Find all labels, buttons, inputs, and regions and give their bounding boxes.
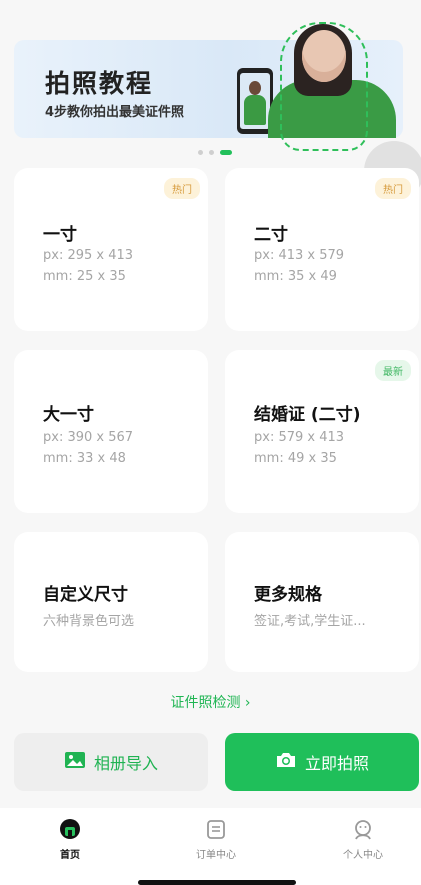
card-title: 自定义尺寸 <box>43 585 128 605</box>
card-px: px: 413 x 579 <box>254 248 345 263</box>
badge-hot: 热门 <box>375 178 411 199</box>
carousel-dot[interactable] <box>209 150 214 155</box>
size-card-1-inch[interactable]: 热门 一寸 px: 295 x 413 mm: 25 x 35 <box>14 168 208 331</box>
size-card-large-1-inch[interactable]: 大一寸 px: 390 x 567 mm: 33 x 48 <box>14 350 208 513</box>
card-mm: mm: 49 x 35 <box>254 451 337 466</box>
take-photo-label: 立即拍照 <box>304 754 369 773</box>
card-mm: mm: 33 x 48 <box>43 451 126 466</box>
size-card-2-inch[interactable]: 热门 二寸 px: 413 x 579 mm: 35 x 49 <box>225 168 419 331</box>
banner-title: 拍照教程 <box>45 69 154 98</box>
tab-label: 个人中心 <box>343 850 383 861</box>
tab-label: 订单中心 <box>196 850 236 861</box>
portrait-cutout-outline <box>280 22 368 151</box>
size-card-more[interactable]: 更多规格 签证,考试,学生证... <box>225 532 419 672</box>
card-desc: 六种背景色可选 <box>43 614 135 629</box>
home-icon <box>59 818 81 840</box>
take-photo-button[interactable]: 立即拍照 <box>225 733 419 791</box>
tab-profile[interactable]: 个人中心 <box>313 818 413 861</box>
card-title: 更多规格 <box>254 585 322 605</box>
app-root: 拍照教程 4步教你拍出最美证件照 热门 一寸 px: 295 x 413 mm:… <box>0 0 421 885</box>
tab-orders[interactable]: 订单中心 <box>166 818 266 861</box>
card-px: px: 295 x 413 <box>43 248 134 263</box>
photo-check-link[interactable]: 证件照检测 › <box>0 692 421 712</box>
carousel-dot-active[interactable] <box>220 150 232 155</box>
banner-subtitle: 4步教你拍出最美证件照 <box>45 105 185 120</box>
home-indicator <box>138 880 296 885</box>
size-card-marriage[interactable]: 最新 结婚证 (二寸) px: 579 x 413 mm: 49 x 35 <box>225 350 419 513</box>
phone-screen <box>240 73 270 129</box>
tab-home[interactable]: 首页 <box>20 818 120 861</box>
phone-person-body <box>244 95 266 125</box>
card-mm: mm: 25 x 35 <box>43 269 126 284</box>
card-title: 二寸 <box>254 225 288 245</box>
card-title: 结婚证 (二寸) <box>254 405 361 425</box>
badge-new: 最新 <box>375 360 411 381</box>
card-px: px: 390 x 567 <box>43 430 134 445</box>
image-icon <box>64 751 86 773</box>
carousel-dots <box>198 150 232 158</box>
profile-icon <box>352 818 374 840</box>
card-title: 大一寸 <box>43 405 94 425</box>
album-import-button[interactable]: 相册导入 <box>14 733 208 791</box>
bottom-tab-bar: 首页 订单中心 个人中心 <box>0 808 421 885</box>
card-desc: 签证,考试,学生证... <box>254 614 366 629</box>
phone-person-head <box>249 81 261 95</box>
size-card-custom[interactable]: 自定义尺寸 六种背景色可选 <box>14 532 208 672</box>
order-icon <box>205 818 227 840</box>
album-import-label: 相册导入 <box>93 754 158 773</box>
tab-label: 首页 <box>60 850 80 861</box>
carousel-dot[interactable] <box>198 150 203 155</box>
card-title: 一寸 <box>43 225 77 245</box>
card-px: px: 579 x 413 <box>254 430 345 445</box>
card-mm: mm: 35 x 49 <box>254 269 337 284</box>
badge-hot: 热门 <box>164 178 200 199</box>
camera-icon <box>275 751 297 773</box>
